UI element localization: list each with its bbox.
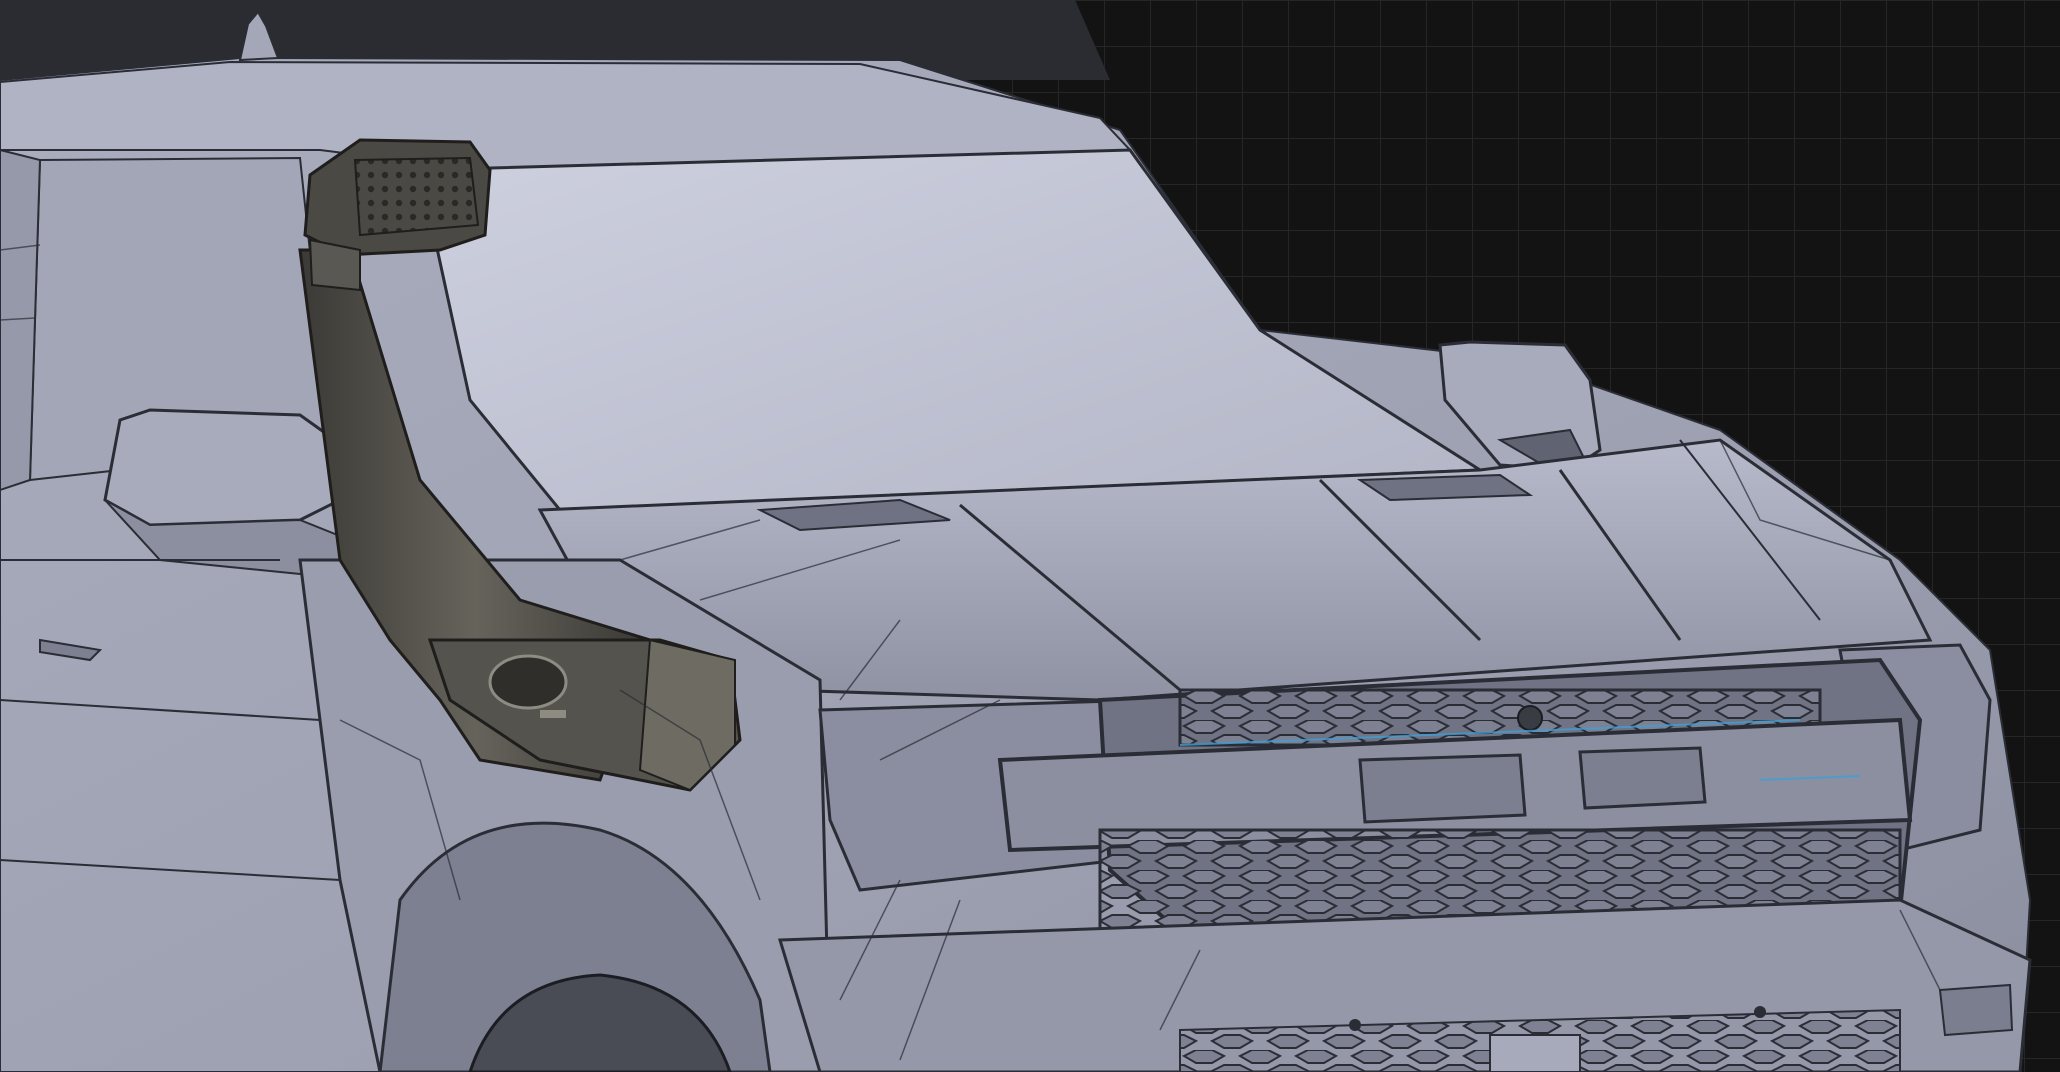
snorkel-logo-icon [488, 654, 568, 710]
cad-render-scene [0, 0, 2060, 1072]
grille-badge [1517, 705, 1543, 731]
